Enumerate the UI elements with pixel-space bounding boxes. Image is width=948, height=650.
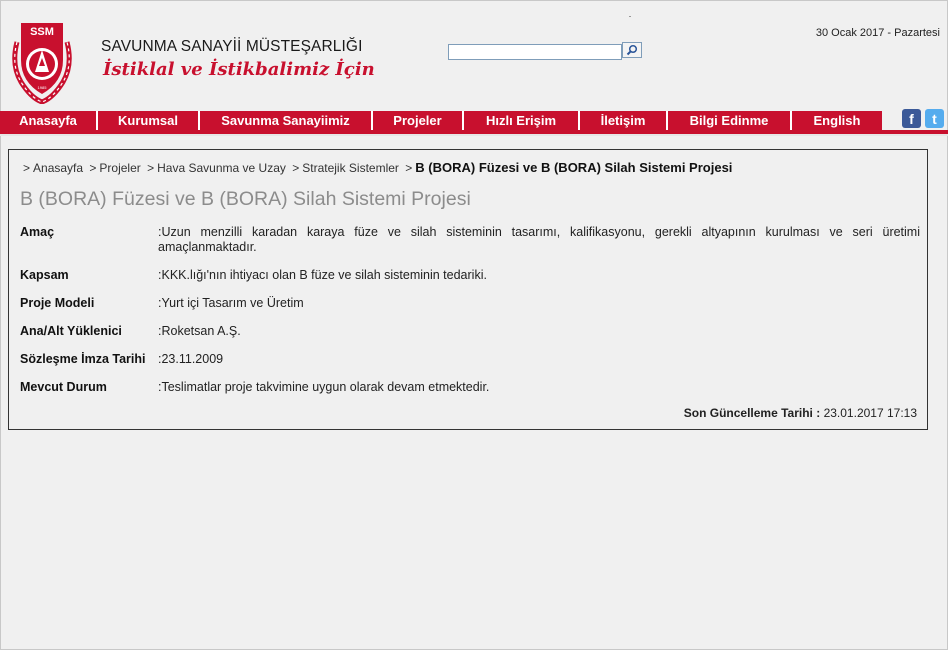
nav-item-iletisim[interactable]: İletişim bbox=[580, 111, 668, 130]
field-label: Kapsam bbox=[20, 268, 69, 282]
field-value: :23.11.2009 bbox=[158, 352, 224, 366]
ssm-logo[interactable]: SSM 1985 bbox=[9, 20, 75, 104]
search-box bbox=[448, 42, 642, 60]
nav-item-savunma-sanayiimiz[interactable]: Savunma Sanayiimiz bbox=[200, 111, 373, 130]
breadcrumb-link-stratejik-sistemler[interactable]: Stratejik Sistemler bbox=[302, 161, 399, 175]
last-updated-value: 23.01.2017 17:13 bbox=[823, 406, 917, 420]
search-icon bbox=[626, 44, 638, 56]
nav-underline-shadow bbox=[0, 134, 948, 136]
breadcrumb-separator: > bbox=[292, 161, 300, 175]
field-value: :Yurt içi Tasarım ve Üretim bbox=[158, 296, 304, 310]
breadcrumb-separator: > bbox=[147, 161, 155, 175]
last-updated-label: Son Güncelleme Tarihi : bbox=[683, 406, 821, 420]
search-button[interactable] bbox=[622, 42, 642, 58]
facebook-icon[interactable]: f bbox=[902, 109, 921, 128]
breadcrumb-separator: > bbox=[89, 161, 97, 175]
search-input[interactable] bbox=[448, 44, 622, 60]
field-value: :Roketsan A.Ş. bbox=[158, 324, 241, 338]
twitter-icon[interactable]: t bbox=[925, 109, 944, 128]
last-updated: Son Güncelleme Tarihi : 23.01.2017 17:13 bbox=[684, 406, 917, 420]
svg-text:1985: 1985 bbox=[38, 85, 48, 90]
slogan: İstiklal ve İstikbalimiz İçin bbox=[103, 59, 375, 80]
field-row-amac: Amaç :Uzun menzilli karadan karaya füze … bbox=[20, 225, 920, 257]
svg-text:SSM: SSM bbox=[30, 26, 54, 38]
field-value: :Uzun menzilli karadan karaya füze ve si… bbox=[158, 225, 920, 254]
breadcrumb-separator: > bbox=[23, 161, 31, 175]
breadcrumb-current: B (BORA) Füzesi ve B (BORA) Silah Sistem… bbox=[415, 160, 733, 175]
project-detail-panel: > Anasayfa > Projeler > Hava Savunma ve Uza… bbox=[8, 149, 928, 430]
breadcrumb-link-anasayfa[interactable]: Anasayfa bbox=[33, 161, 83, 175]
field-value: :Teslimatlar proje takvimine uygun olara… bbox=[158, 380, 490, 394]
field-value: :KKK.lığı'nın ihtiyacı olan B füze ve si… bbox=[158, 268, 487, 282]
page-title: B (BORA) Füzesi ve B (BORA) Silah Sistem… bbox=[20, 188, 471, 210]
nav-item-anasayfa[interactable]: Anasayfa bbox=[0, 111, 98, 130]
divider-dot bbox=[629, 16, 631, 17]
breadcrumb-link-hava-savunma[interactable]: Hava Savunma ve Uzay bbox=[157, 161, 286, 175]
breadcrumb: > Anasayfa > Projeler > Hava Savunma ve Uza… bbox=[20, 160, 732, 175]
organization-name: SAVUNMA SANAYİİ MÜSTEŞARLIĞI bbox=[101, 38, 363, 55]
nav-item-english[interactable]: English bbox=[792, 111, 882, 130]
breadcrumb-separator: > bbox=[405, 161, 413, 175]
nav-item-kurumsal[interactable]: Kurumsal bbox=[98, 111, 200, 130]
field-label: Mevcut Durum bbox=[20, 380, 107, 394]
main-nav: Anasayfa Kurumsal Savunma Sanayiimiz Pro… bbox=[0, 111, 882, 130]
field-label: Sözleşme İmza Tarihi bbox=[20, 352, 146, 366]
field-label: Amaç bbox=[20, 225, 55, 239]
nav-item-hizli-erisim[interactable]: Hızlı Erişim bbox=[464, 111, 580, 130]
breadcrumb-link-projeler[interactable]: Projeler bbox=[99, 161, 140, 175]
field-label: Ana/Alt Yüklenici bbox=[20, 324, 122, 338]
field-label: Proje Modeli bbox=[20, 296, 95, 310]
nav-item-bilgi-edinme[interactable]: Bilgi Edinme bbox=[668, 111, 792, 130]
nav-item-projeler[interactable]: Projeler bbox=[373, 111, 464, 130]
current-date: 30 Ocak 2017 - Pazartesi bbox=[815, 27, 940, 39]
